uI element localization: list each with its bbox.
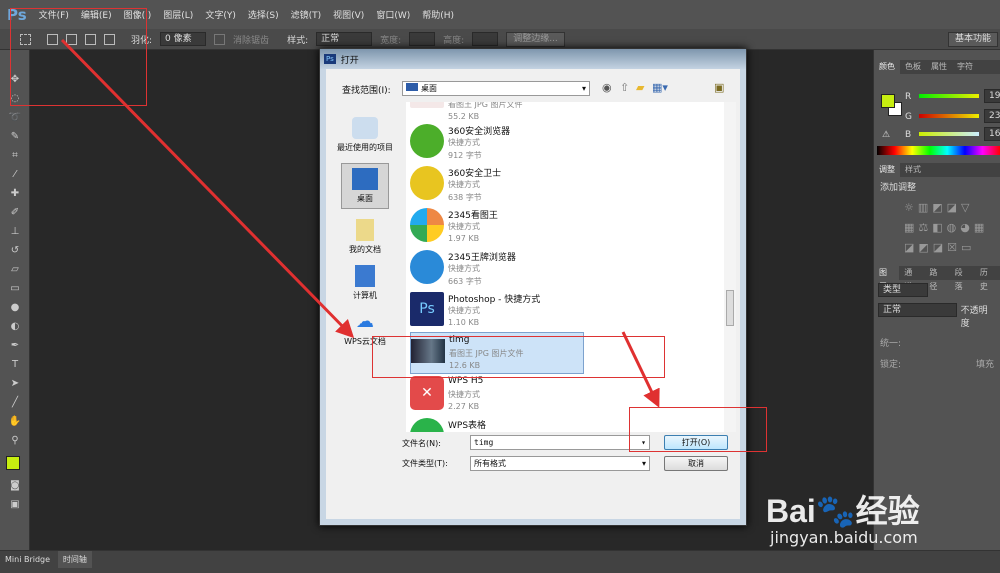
arrow-to-open	[621, 331, 660, 408]
baidu-watermark-url: jingyan.baidu.com	[770, 528, 918, 547]
arrow-to-file	[60, 38, 355, 339]
baidu-watermark-logo: Bai🐾经验	[766, 493, 920, 529]
